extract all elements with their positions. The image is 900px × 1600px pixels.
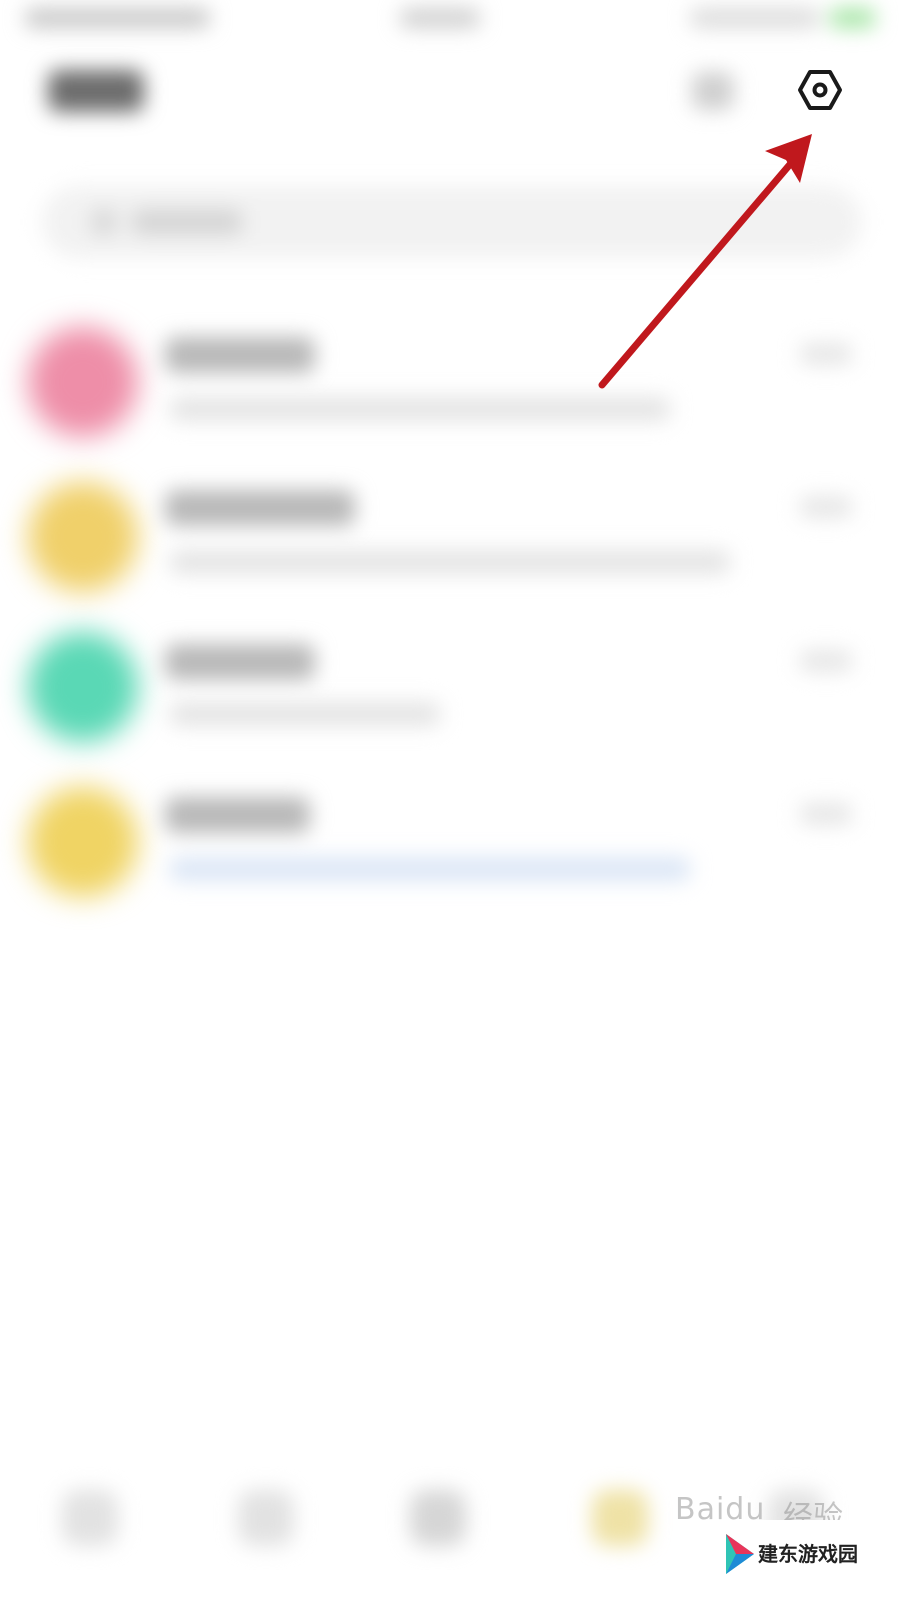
status-bar	[0, 0, 900, 40]
site-watermark: 建东游戏园	[718, 1520, 900, 1600]
nav-item[interactable]	[238, 1490, 294, 1546]
nav-item[interactable]	[592, 1490, 648, 1546]
message-preview	[170, 857, 690, 881]
avatar	[28, 327, 138, 437]
contact-name	[165, 644, 315, 680]
contact-name	[165, 797, 310, 833]
message-preview	[170, 550, 730, 574]
battery-icon	[830, 8, 875, 28]
message-time	[800, 343, 852, 365]
contact-name	[165, 490, 355, 526]
page-title	[48, 70, 144, 112]
avatar	[28, 482, 138, 592]
search-placeholder	[132, 210, 242, 234]
hexagon-settings-icon	[798, 70, 842, 110]
nav-item[interactable]	[62, 1490, 118, 1546]
message-time	[800, 650, 852, 672]
search-icon	[90, 208, 118, 236]
contact-name	[165, 337, 315, 373]
message-time	[800, 496, 852, 518]
list-item[interactable]	[0, 305, 900, 455]
site-watermark-text: 建东游戏园	[758, 1542, 858, 1566]
list-item[interactable]	[0, 460, 900, 610]
message-preview	[170, 397, 670, 421]
list-item[interactable]	[0, 765, 900, 915]
nav-item[interactable]	[410, 1490, 466, 1546]
avatar	[28, 787, 138, 897]
status-time	[25, 8, 210, 28]
contacts-icon[interactable]	[692, 72, 734, 110]
list-item[interactable]	[0, 610, 900, 760]
status-center	[400, 8, 480, 28]
search-bar[interactable]	[42, 186, 862, 258]
site-logo-icon	[726, 1534, 754, 1574]
arrow-head	[765, 134, 812, 183]
status-icons	[690, 8, 820, 28]
message-preview	[170, 702, 440, 726]
message-time	[800, 803, 852, 825]
settings-button[interactable]	[794, 64, 846, 116]
avatar	[28, 632, 138, 742]
